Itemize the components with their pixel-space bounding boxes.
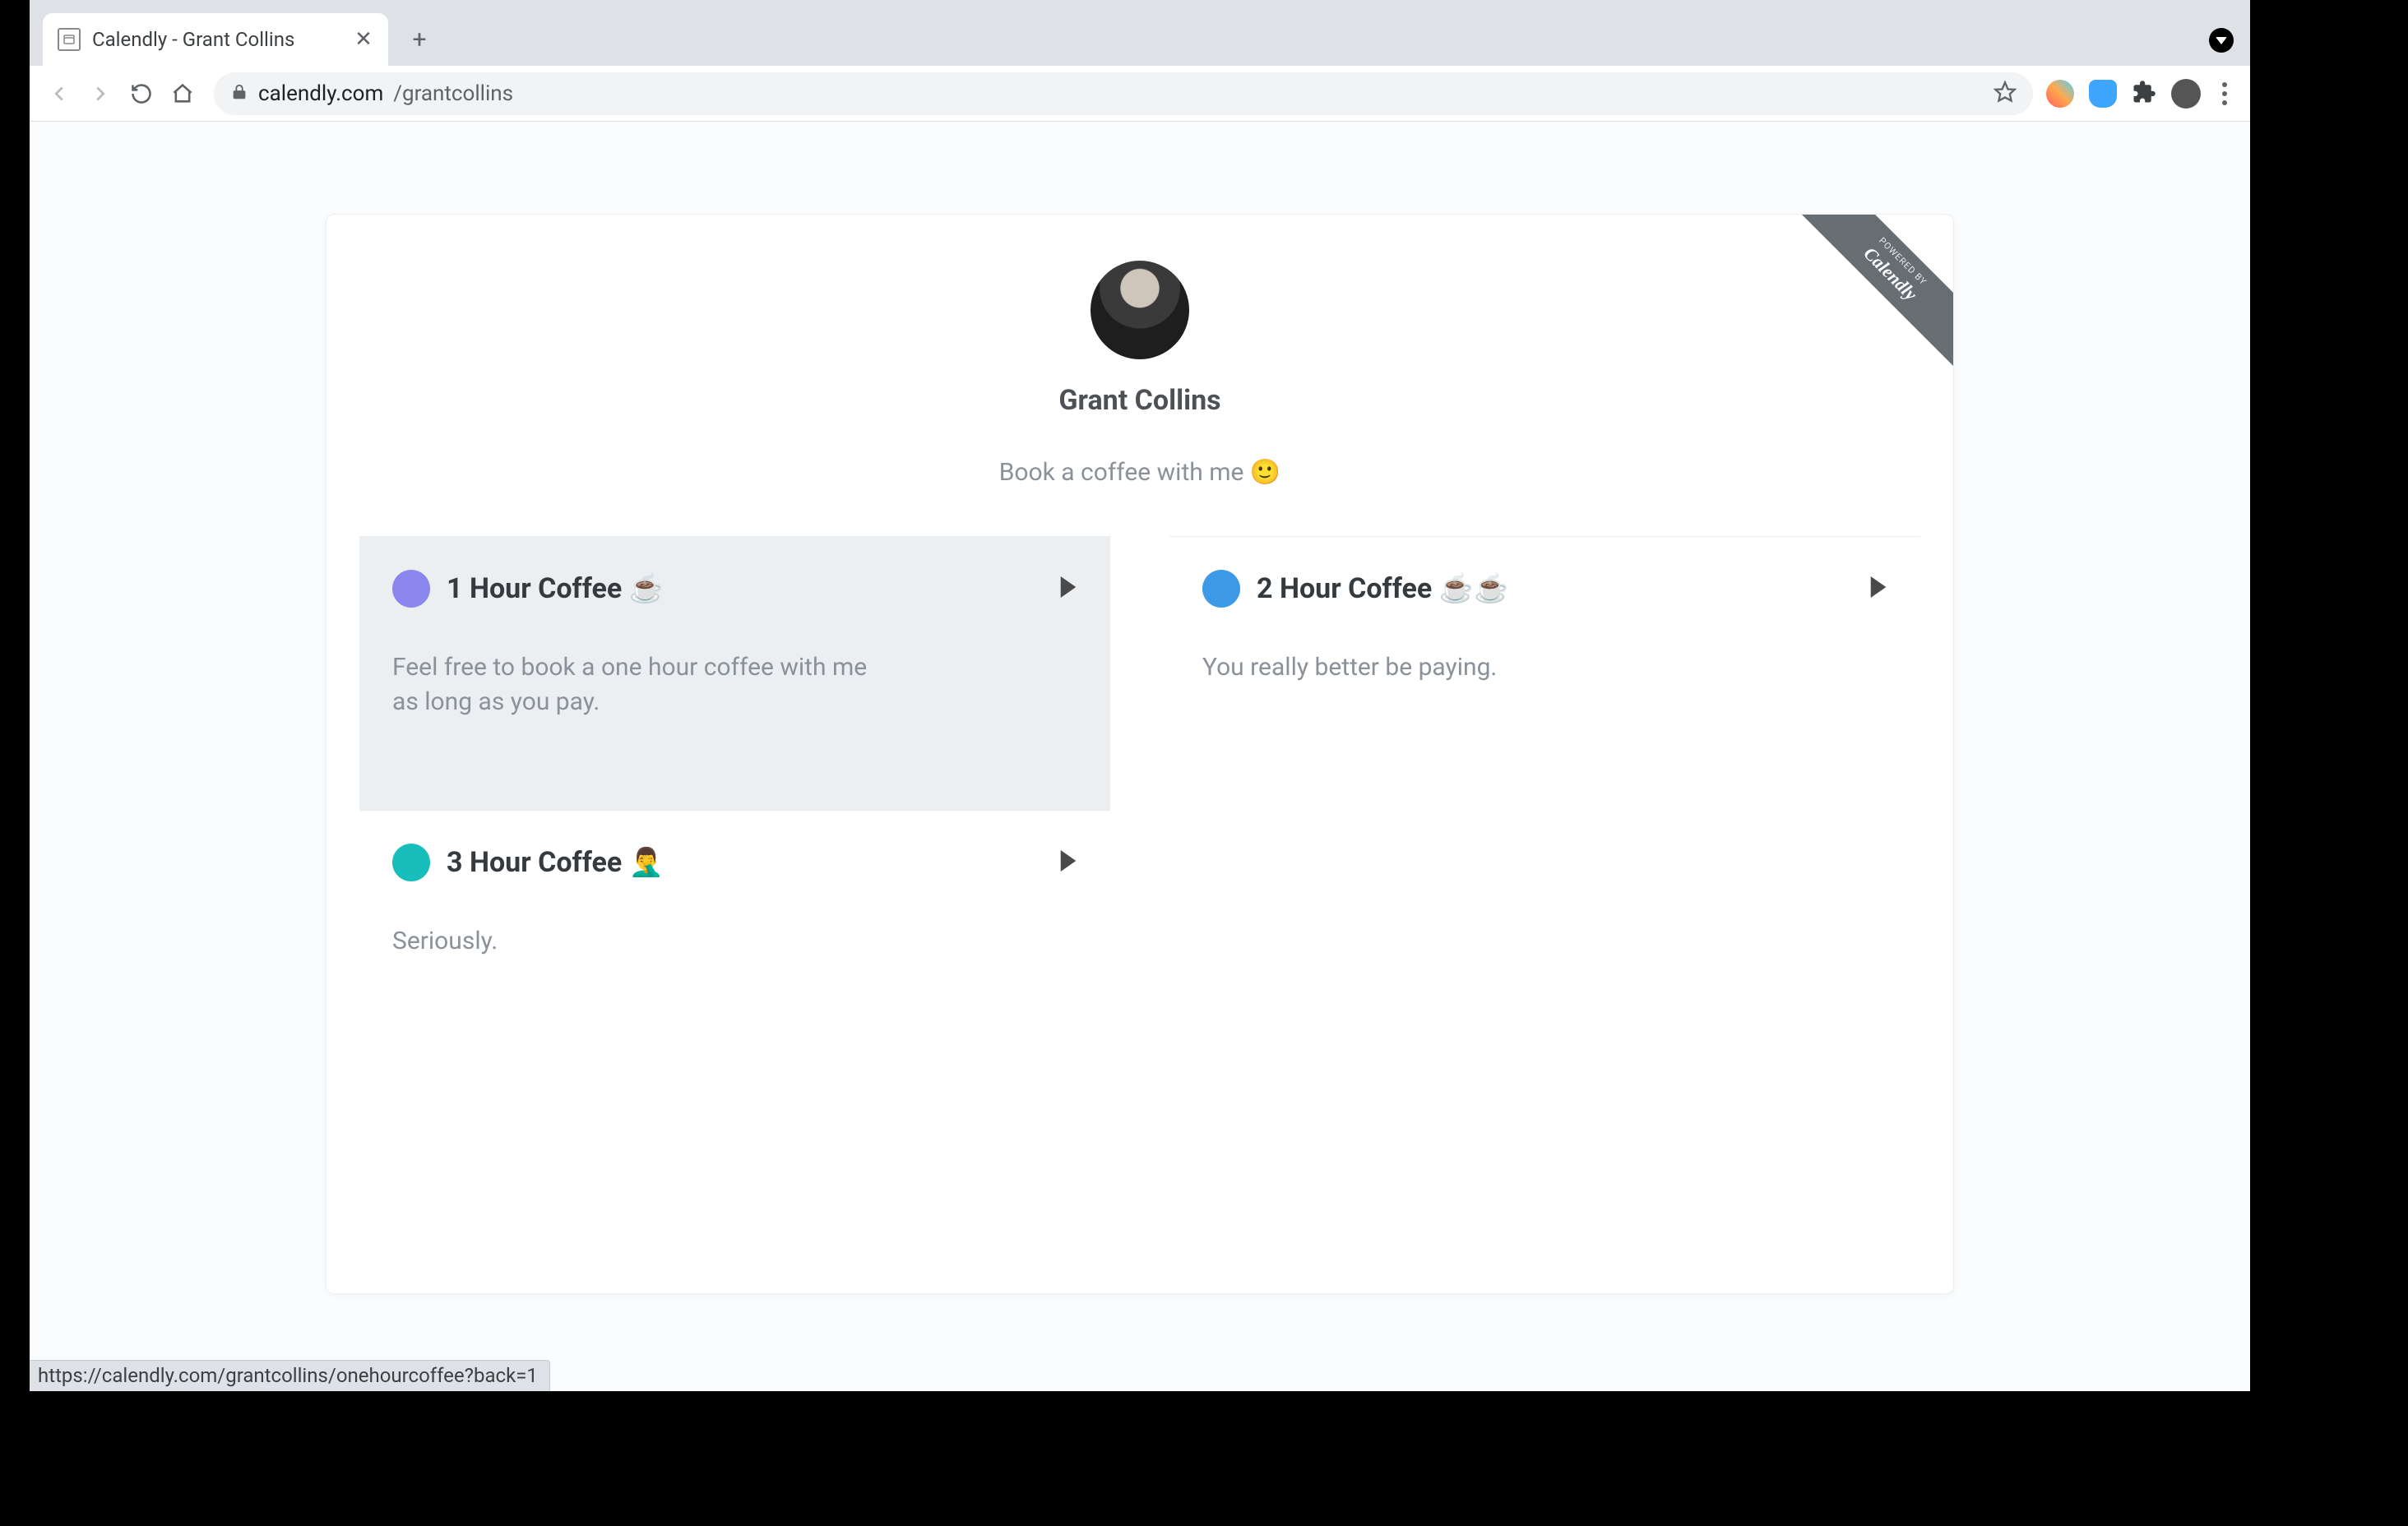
forward-button[interactable] xyxy=(82,76,118,112)
event-title: 2 Hour Coffee ☕☕ xyxy=(1257,572,1853,605)
event-description: Feel free to book a one hour coffee with… xyxy=(392,650,886,719)
lock-icon xyxy=(230,83,248,104)
url-host: calendly.com xyxy=(258,81,383,106)
address-bar[interactable]: calendly.com/grantcollins xyxy=(214,72,2033,115)
browser-tab-strip: Calendly - Grant Collins ✕ + xyxy=(30,0,2250,66)
reload-button[interactable] xyxy=(123,76,160,112)
browser-tab[interactable]: Calendly - Grant Collins ✕ xyxy=(43,13,388,66)
event-color-dot xyxy=(1202,570,1240,608)
event-type-card[interactable]: 3 Hour Coffee 🤦‍♂️ Seriously. xyxy=(359,810,1110,1049)
powered-by-ribbon[interactable]: POWERED BY Calendly xyxy=(1792,215,1953,376)
event-title: 3 Hour Coffee 🤦‍♂️ xyxy=(447,846,1043,879)
host-name: Grant Collins xyxy=(326,384,1953,417)
event-type-card[interactable]: 1 Hour Coffee ☕ Feel free to book a one … xyxy=(359,536,1110,810)
url-path: /grantcollins xyxy=(393,81,513,106)
chevron-right-icon xyxy=(1059,850,1077,875)
extension-icon[interactable] xyxy=(2089,80,2117,108)
chrome-menu-button[interactable] xyxy=(2216,82,2234,105)
chevron-right-icon xyxy=(1059,576,1077,601)
tab-favicon xyxy=(58,28,81,51)
host-avatar xyxy=(1091,261,1189,359)
event-title: 1 Hour Coffee ☕ xyxy=(447,572,1043,605)
tab-close-button[interactable]: ✕ xyxy=(354,30,373,49)
bookmark-star-icon[interactable] xyxy=(1994,81,2017,107)
tab-title: Calendly - Grant Collins xyxy=(92,28,354,51)
event-description: You really better be paying. xyxy=(1202,650,1696,685)
back-button[interactable] xyxy=(41,76,77,112)
profile-avatar-button[interactable] xyxy=(2171,79,2201,109)
event-color-dot xyxy=(392,844,430,881)
chevron-right-icon xyxy=(1869,576,1887,601)
page-content: POWERED BY Calendly Grant Collins Book a… xyxy=(30,122,2250,1391)
browser-status-bar: https://calendly.com/grantcollins/onehou… xyxy=(30,1360,550,1391)
new-tab-button[interactable]: + xyxy=(400,20,439,59)
extension-icons xyxy=(2046,79,2239,109)
event-type-card[interactable]: 2 Hour Coffee ☕☕ You really better be pa… xyxy=(1169,536,1920,810)
event-color-dot xyxy=(392,570,430,608)
browser-toolbar: calendly.com/grantcollins xyxy=(30,66,2250,122)
extensions-puzzle-icon[interactable] xyxy=(2132,80,2156,108)
window-menu-icon[interactable] xyxy=(2209,28,2234,53)
host-bio: Book a coffee with me 🙂 xyxy=(326,458,1953,487)
booking-card: POWERED BY Calendly Grant Collins Book a… xyxy=(326,214,1954,1294)
event-description: Seriously. xyxy=(392,924,886,959)
extension-icon[interactable] xyxy=(2046,80,2074,108)
home-button[interactable] xyxy=(164,76,201,112)
